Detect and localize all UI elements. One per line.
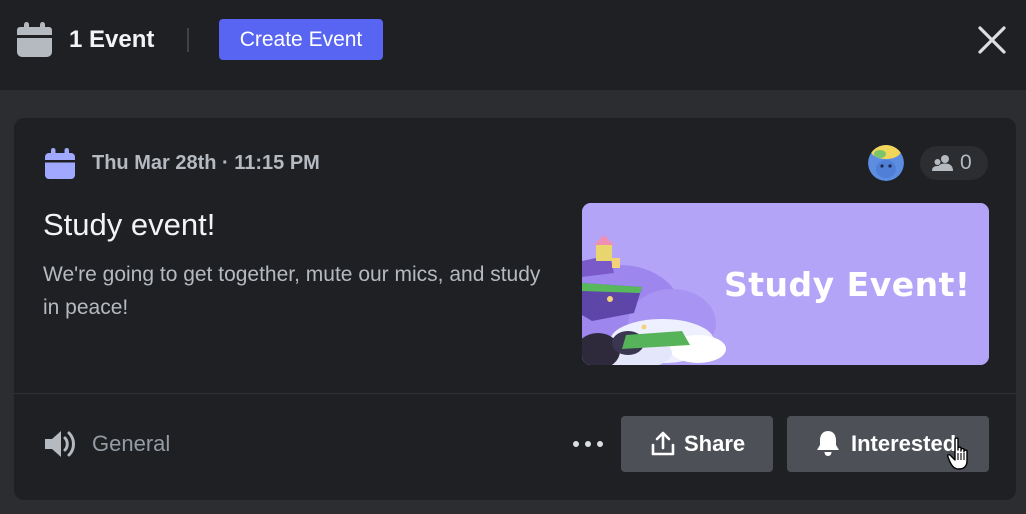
bell-icon <box>817 431 839 456</box>
event-calendar-icon <box>45 148 75 179</box>
modal-header: 1 Event Create Event <box>0 0 1026 90</box>
interested-button[interactable]: Interested <box>787 416 989 472</box>
event-count: 1 Event <box>69 26 155 53</box>
calendar-icon <box>17 22 52 57</box>
interested-count: 0 <box>960 151 972 174</box>
share-icon <box>651 431 675 456</box>
speaker-icon <box>45 431 75 457</box>
channel-name[interactable]: General <box>92 430 170 458</box>
more-options-icon[interactable] <box>568 428 608 460</box>
header-divider <box>187 28 189 52</box>
card-divider <box>14 393 1016 394</box>
event-card[interactable]: Thu Mar 28th · 11:15 PM 0 Study event! W… <box>14 118 1016 500</box>
close-icon[interactable] <box>972 20 1012 60</box>
avatar-image <box>868 145 904 181</box>
event-title: Study event! <box>43 207 216 242</box>
share-button[interactable]: Share <box>621 416 773 472</box>
creator-avatar[interactable] <box>868 145 904 181</box>
people-icon <box>932 155 953 171</box>
event-description: We're going to get together, mute our mi… <box>43 263 541 319</box>
create-event-button[interactable]: Create Event <box>219 19 383 60</box>
interested-label: Interested <box>851 431 957 456</box>
interested-count-badge[interactable]: 0 <box>920 146 988 180</box>
event-date-time: Thu Mar 28th · 11:15 PM <box>92 152 320 174</box>
cover-title-text: Study Event! <box>724 265 971 304</box>
share-label: Share <box>684 431 746 456</box>
event-cover-image: Study Event! <box>582 203 989 365</box>
